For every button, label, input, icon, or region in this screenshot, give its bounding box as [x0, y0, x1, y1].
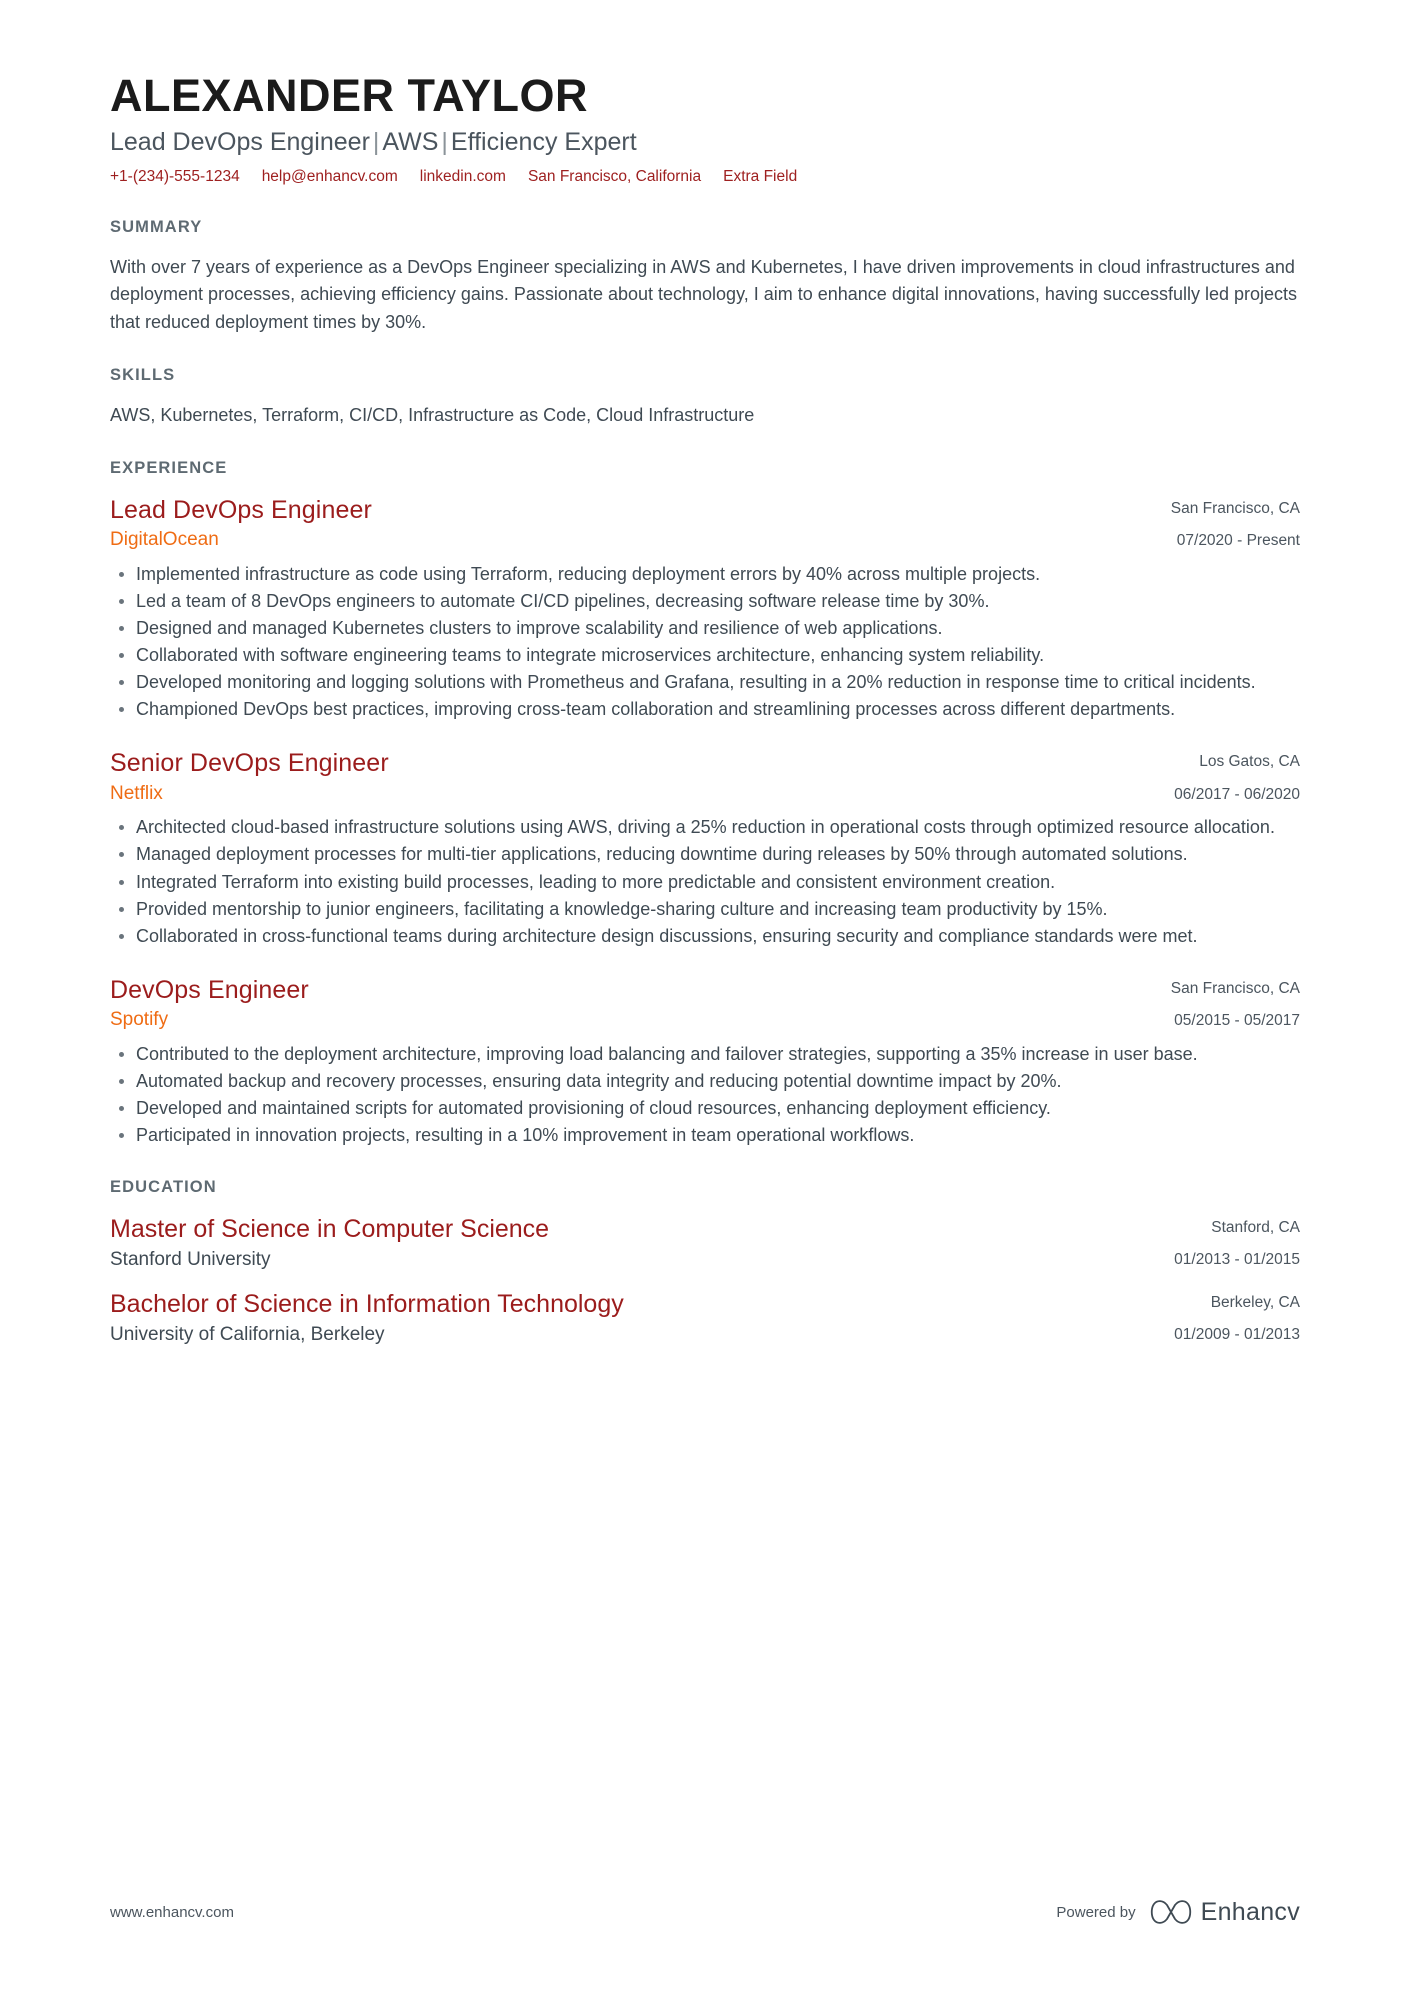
headline-separator-icon: | [441, 127, 448, 156]
section-education: EDUCATION Master of Science in Computer … [110, 1178, 1300, 1348]
headline-part-1: Lead DevOps Engineer [110, 127, 370, 156]
list-item: Championed DevOps best practices, improv… [110, 696, 1300, 722]
list-item: Participated in innovation projects, res… [110, 1122, 1300, 1148]
section-title-experience: EXPERIENCE [110, 459, 228, 478]
enhancv-mark-icon [1150, 1900, 1191, 1924]
job-dates: 07/2020 - Present [1176, 532, 1300, 550]
education-entry: Master of Science in Computer Science St… [110, 1214, 1300, 1273]
contact-location: San Francisco, California [527, 168, 702, 186]
job-bullets: Implemented infrastructure as code using… [110, 561, 1300, 723]
experience-entry-header: Lead DevOps Engineer DigitalOcean San Fr… [110, 495, 1300, 553]
footer-website-url[interactable]: www.enhancv.com [110, 1904, 234, 1921]
list-item: Collaborated with software engineering t… [110, 642, 1300, 668]
experience-entry-right: Los Gatos, CA 06/2017 - 06/2020 [1130, 748, 1300, 804]
job-dates: 05/2015 - 05/2017 [1174, 1011, 1300, 1029]
contact-phone[interactable]: +1-(234)-555-1234 [110, 166, 240, 188]
contact-email[interactable]: help@enhancv.com [262, 166, 398, 188]
experience-entry-left: DevOps Engineer Spotify [110, 975, 1130, 1033]
school-dates: 01/2009 - 01/2013 [1174, 1326, 1300, 1344]
education-entry-header: Master of Science in Computer Science St… [110, 1214, 1300, 1273]
job-bullets: Architected cloud-based infrastructure s… [110, 814, 1300, 948]
degree-title: Bachelor of Science in Information Techn… [110, 1289, 624, 1318]
job-dates: 06/2017 - 06/2020 [1174, 785, 1300, 803]
list-item: Designed and managed Kubernetes clusters… [110, 615, 1300, 641]
job-bullets: Contributed to the deployment architectu… [110, 1041, 1300, 1148]
section-title-education: EDUCATION [110, 1178, 217, 1197]
footer-branding: Powered by Enhancv [1056, 1897, 1300, 1927]
company-name: Netflix [110, 782, 163, 804]
page-footer: www.enhancv.com Powered by Enhancv [110, 1897, 1300, 1927]
experience-entry-header: Senior DevOps Engineer Netflix Los Gatos… [110, 748, 1300, 806]
company-name: DigitalOcean [110, 529, 219, 551]
education-entry: Bachelor of Science in Information Techn… [110, 1289, 1300, 1348]
section-experience: EXPERIENCE Lead DevOps Engineer DigitalO… [110, 459, 1300, 1148]
list-item: Managed deployment processes for multi-t… [110, 841, 1300, 867]
list-item: Automated backup and recovery processes,… [110, 1068, 1300, 1094]
education-entry-left: Bachelor of Science in Information Techn… [110, 1289, 1130, 1348]
degree-title: Master of Science in Computer Science [110, 1215, 550, 1244]
list-item: Developed monitoring and logging solutio… [110, 669, 1300, 695]
powered-by-label: Powered by [1056, 1903, 1136, 1921]
experience-entry-header: DevOps Engineer Spotify San Francisco, C… [110, 975, 1300, 1033]
experience-entry: DevOps Engineer Spotify San Francisco, C… [110, 975, 1300, 1148]
job-location: Los Gatos, CA [1199, 753, 1300, 771]
professional-headline: Lead DevOps Engineer | AWS | Efficiency Expe… [110, 126, 1300, 159]
job-title: DevOps Engineer [110, 975, 309, 1004]
school-dates: 01/2013 - 01/2015 [1174, 1251, 1300, 1269]
education-entry-header: Bachelor of Science in Information Techn… [110, 1289, 1300, 1348]
education-entry-right: Berkeley, CA 01/2009 - 01/2013 [1130, 1289, 1300, 1345]
company-name: Spotify [110, 1009, 169, 1031]
list-item: Provided mentorship to junior engineers,… [110, 896, 1300, 922]
education-entry-right: Stanford, CA 01/2013 - 01/2015 [1130, 1214, 1300, 1270]
experience-entry-right: San Francisco, CA 05/2015 - 05/2017 [1130, 975, 1300, 1031]
contact-extra-field: Extra Field [723, 168, 798, 186]
education-entry-left: Master of Science in Computer Science St… [110, 1214, 1130, 1273]
headline-part-2: AWS [382, 127, 439, 156]
headline-part-3: Efficiency Expert [450, 127, 637, 156]
resume-page: ALEXANDER TAYLOR Lead DevOps Engineer | AW… [0, 0, 1410, 1995]
school-name: University of California, Berkeley [110, 1324, 385, 1346]
experience-entry: Lead DevOps Engineer DigitalOcean San Fr… [110, 495, 1300, 722]
skills-list: AWS, Kubernetes, Terraform, CI/CD, Infra… [110, 405, 755, 426]
job-location: San Francisco, CA [1170, 979, 1300, 997]
section-title-skills: SKILLS [110, 366, 176, 385]
job-title: Lead DevOps Engineer [110, 496, 372, 525]
experience-entry-left: Lead DevOps Engineer DigitalOcean [110, 495, 1130, 553]
list-item: Developed and maintained scripts for aut… [110, 1095, 1300, 1121]
experience-entry-right: San Francisco, CA 07/2020 - Present [1130, 495, 1300, 551]
summary-text: With over 7 years of experience as a Dev… [110, 256, 1298, 332]
school-name: Stanford University [110, 1249, 271, 1271]
enhancv-wordmark: Enhancv [1200, 1897, 1300, 1926]
list-item: Integrated Terraform into existing build… [110, 869, 1300, 895]
list-item: Architected cloud-based infrastructure s… [110, 814, 1300, 840]
job-location: San Francisco, CA [1170, 500, 1300, 518]
contact-linkedin[interactable]: linkedin.com [420, 166, 506, 188]
experience-entry: Senior DevOps Engineer Netflix Los Gatos… [110, 748, 1300, 948]
resume-header: ALEXANDER TAYLOR Lead DevOps Engineer | AW… [110, 70, 1300, 188]
section-title-summary: SUMMARY [110, 217, 203, 236]
list-item: Implemented infrastructure as code using… [110, 561, 1300, 587]
job-title: Senior DevOps Engineer [110, 749, 389, 778]
list-item: Led a team of 8 DevOps engineers to auto… [110, 588, 1300, 614]
contact-details: +1-(234)-555-1234 help@enhancv.com linke… [110, 166, 1300, 188]
headline-separator-icon: | [372, 127, 380, 156]
section-skills: SKILLS AWS, Kubernetes, Terraform, CI/CD… [110, 366, 1300, 429]
page-title: ALEXANDER TAYLOR [110, 70, 589, 121]
experience-entry-left: Senior DevOps Engineer Netflix [110, 748, 1130, 806]
list-item: Contributed to the deployment architectu… [110, 1041, 1300, 1067]
section-summary: SUMMARY With over 7 years of experience … [110, 218, 1300, 336]
school-location: Berkeley, CA [1210, 1293, 1300, 1311]
list-item: Collaborated in cross-functional teams d… [110, 923, 1300, 949]
enhancv-logo: Enhancv [1150, 1897, 1300, 1927]
school-location: Stanford, CA [1211, 1219, 1300, 1237]
